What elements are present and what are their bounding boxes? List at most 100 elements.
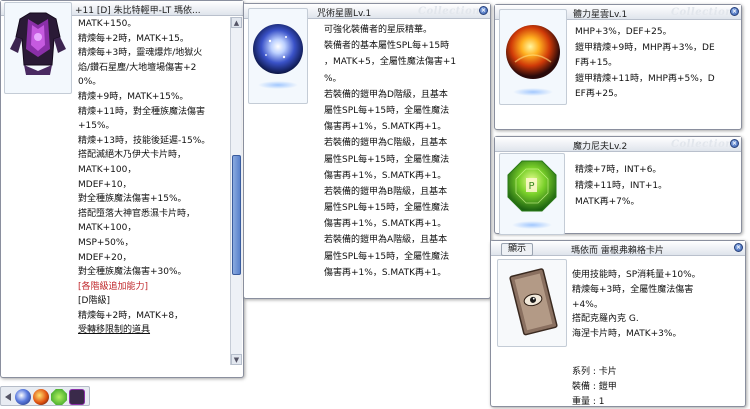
purple-armor-icon <box>10 12 66 75</box>
star-cluster-orb-icon <box>253 24 303 89</box>
property-sep: : <box>590 396 599 407</box>
item-icon-frame <box>499 9 567 105</box>
svg-text:P: P <box>529 181 535 192</box>
property-key: 系列 <box>572 367 591 377</box>
window-title: 魔力尼夫Lv.2 <box>573 142 628 152</box>
desc-line: 鎧甲精煉+9時，MHP再+3%，DE <box>575 42 715 53</box>
close-icon[interactable]: × <box>730 139 739 148</box>
grade-header: [各階級追加能力] <box>78 281 149 292</box>
watermark-text: Collections <box>671 139 740 150</box>
slot-star-cluster[interactable] <box>15 389 31 405</box>
desc-line: 傷害再+1%，S.MATK再+1。 <box>324 267 447 278</box>
desc-line: 搭配墮落大神官悉濕卡片時， <box>78 208 196 219</box>
scrollbar[interactable]: ▲ ▼ <box>230 17 242 365</box>
window-title: +11 [D] 朱比特輕甲-LT 瑪依... <box>75 6 201 16</box>
card-eye-icon <box>509 268 558 336</box>
close-icon[interactable]: × <box>730 7 739 16</box>
desc-line: 搭配滅絕木乃伊犬卡片時， <box>78 150 187 161</box>
desc-line: 精煉每+3時，全屬性魔法傷害 <box>572 284 694 295</box>
item-icon-frame <box>248 8 308 104</box>
desc-line: F再+15。 <box>575 58 618 68</box>
desc-line: 傷害再+1%，S.MATK再+1。 <box>324 122 447 133</box>
desc-line: [D階級] <box>78 296 110 307</box>
close-icon[interactable]: × <box>479 6 488 15</box>
desc-line: 若裝備的鎧甲為B階級，且基本 <box>324 186 448 197</box>
desc-line: EF再+25。 <box>575 89 623 99</box>
desc-line: MATK+100， <box>78 223 137 234</box>
scroll-thumb[interactable] <box>232 155 241 275</box>
green-gem-icon: P <box>507 160 557 229</box>
item-window-armor: +11 [D] 朱比特輕甲-LT 瑪依... MATK+150。 精煉每+2時，… <box>0 0 244 378</box>
desc-line: MDEF+20， <box>78 252 132 263</box>
scroll-up-button[interactable]: ▲ <box>231 17 242 28</box>
property-sep: : <box>590 381 599 392</box>
watermark-text: Collections <box>418 6 487 17</box>
scroll-down-button[interactable]: ▼ <box>231 354 242 365</box>
desc-line: 屬性SPL每+15時，全屬性魔法 <box>324 105 450 116</box>
desc-line: +4%。 <box>572 299 603 310</box>
enchant-window-fire-nebula: 體力星雲Lv.1 Collections × MHP+3%，DEF+25。 鎧甲… <box>494 4 742 130</box>
desc-line: 精煉+11時，對全種族魔法傷害 <box>78 106 205 117</box>
item-icon-frame: P <box>499 153 565 235</box>
desc-line: 若裝備的鎧甲為D階級，且基本 <box>324 89 448 100</box>
desc-line: MSP+50%， <box>78 237 134 248</box>
desc-line: 精煉+13時，技能後延遲-15%。 <box>78 135 211 146</box>
desc-line: 裝備者的基本屬性SPL每+15時 <box>324 41 450 52</box>
slot-fire-nebula[interactable] <box>33 389 49 405</box>
property-key: 裝備 <box>572 381 591 392</box>
window-title: 瑪依而 雷根弗賴格卡片 <box>571 246 664 256</box>
desc-line: 精煉每+2時，MATK+15。 <box>78 33 189 44</box>
desc-line: 可強化裝備者的星辰精華。 <box>324 25 433 35</box>
desc-line: %。 <box>324 73 342 84</box>
property-key: 重量 <box>572 396 591 407</box>
desc-line: 精煉每+2時，MATK+8， <box>78 310 184 321</box>
item-description: 使用技能時，SP消耗量+10%。 精煉每+3時，全屬性魔法傷害 +4%。 搭配克… <box>572 268 701 342</box>
item-icon-frame <box>4 2 72 94</box>
window-title: 咒術星團Lv.1 <box>317 9 372 19</box>
desc-line: MATK+150。 <box>78 19 137 29</box>
desc-line: 對全種族魔法傷害+15%。 <box>78 194 187 205</box>
desc-line: MATK再+7%。 <box>575 197 640 207</box>
desc-line: 若裝備的鎧甲為C階級，且基本 <box>324 138 448 149</box>
arrow-left-icon[interactable] <box>3 392 13 402</box>
enchant-window-star-cluster: 咒術星團Lv.1 Collections × 可強化裝備者的星辰精華。 裝備者的… <box>243 3 491 299</box>
fire-nebula-orb-icon <box>506 25 560 96</box>
desc-line: 精煉+11時，INT+1。 <box>575 181 668 191</box>
title-bar[interactable]: 魔力尼夫Lv.2 Collections × <box>495 137 741 152</box>
enchant-window-magic-gem: 魔力尼夫Lv.2 Collections × P 精煉+7時，INT+6。 精煉… <box>494 136 742 235</box>
desc-line: 搭配克羅內克 G. <box>572 314 639 325</box>
item-description: 可強化裝備者的星辰精華。 裝備者的基本屬性SPL每+15時 ，MATK+5，全屬… <box>324 22 456 281</box>
desc-line: 精煉+9時，MATK+15%。 <box>78 91 189 102</box>
property-value: 卡片 <box>598 367 617 377</box>
item-description: MHP+3%，DEF+25。 鎧甲精煉+9時，MHP再+3%，DE F再+15。… <box>575 25 715 103</box>
desc-line: 鎧甲精煉+11時，MHP再+5%，D <box>575 73 715 84</box>
card-window: 瑪依而 雷根弗賴格卡片 × 顯示 使用技能時，SP消耗量+10%。 精煉每+3時… <box>490 240 746 407</box>
desc-line: 若裝備的鎧甲為A階級，且基本 <box>324 235 448 246</box>
desc-line: +15%。 <box>78 121 115 132</box>
desc-line: MDEF+10， <box>78 179 132 190</box>
desc-line: 屬性SPL每+15時，全屬性魔法 <box>324 251 450 262</box>
slot-green-gem[interactable] <box>51 389 67 405</box>
window-title: 體力星雲Lv.1 <box>573 10 628 20</box>
desc-line: 對全種族魔法傷害+30%。 <box>78 267 187 278</box>
close-icon[interactable]: × <box>734 243 743 252</box>
desc-line: ，MATK+5，全屬性魔法傷害+1 <box>324 57 457 68</box>
desc-line: MATK+100， <box>78 164 137 175</box>
property-value: 1 <box>598 396 605 407</box>
desc-line: MHP+3%，DEF+25。 <box>575 27 672 37</box>
desc-line: 精煉每+3時，靈魂爆炸/地獄火 <box>78 48 203 59</box>
desc-line: 海涅卡片時，MATK+3%。 <box>572 329 682 340</box>
watermark-text: Collections <box>671 7 740 18</box>
slot-armor[interactable] <box>69 389 85 405</box>
item-description: 精煉+7時，INT+6。 精煉+11時，INT+1。 MATK再+7%。 <box>575 162 667 210</box>
desc-line: 傷害再+1%，S.MATK再+1。 <box>324 219 447 230</box>
property-row: 系列 : 卡片 <box>572 365 617 380</box>
show-button[interactable]: 顯示 <box>501 243 533 256</box>
desc-line: 焰/鑽石星塵/大地壇場傷害+2 <box>78 62 197 73</box>
desc-line: 精煉+7時，INT+6。 <box>575 165 662 175</box>
item-properties: 系列 : 卡片 裝備 : 鎧甲 重量 : 1 <box>572 365 617 409</box>
desc-line: 0%。 <box>78 77 102 88</box>
slot-tray <box>0 386 90 406</box>
item-description: MATK+150。 精煉每+2時，MATK+15。 精煉每+3時，靈魂爆炸/地獄… <box>78 17 210 338</box>
desc-line: 屬性SPL每+15時，全屬性魔法 <box>324 154 450 165</box>
